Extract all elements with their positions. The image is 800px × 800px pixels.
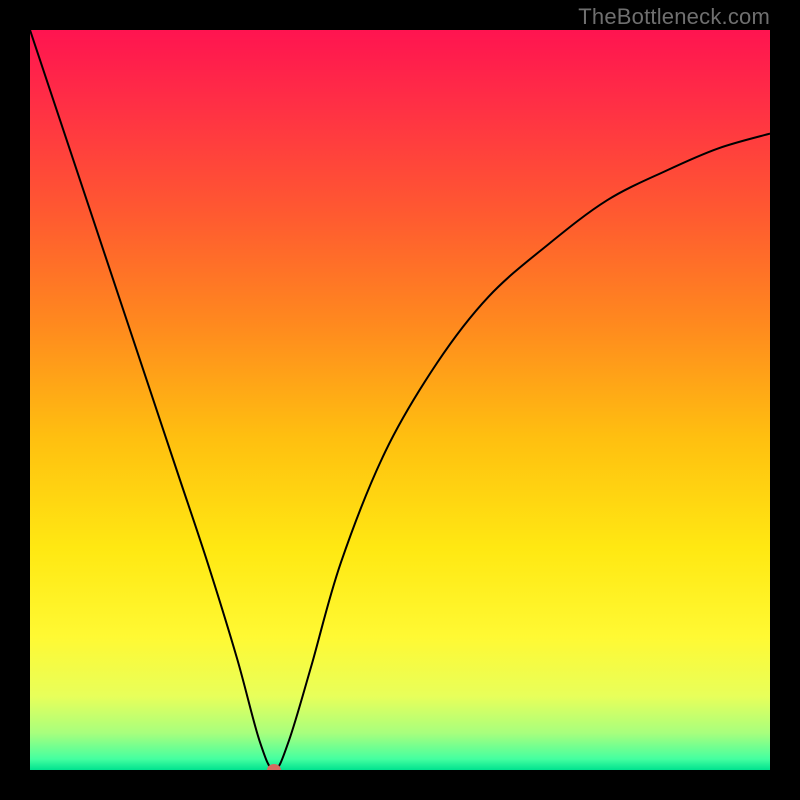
bottleneck-curve: [30, 30, 770, 770]
plot-area: [30, 30, 770, 770]
chart-frame: TheBottleneck.com: [0, 0, 800, 800]
optimum-marker: [267, 764, 281, 770]
watermark-text: TheBottleneck.com: [578, 4, 770, 30]
